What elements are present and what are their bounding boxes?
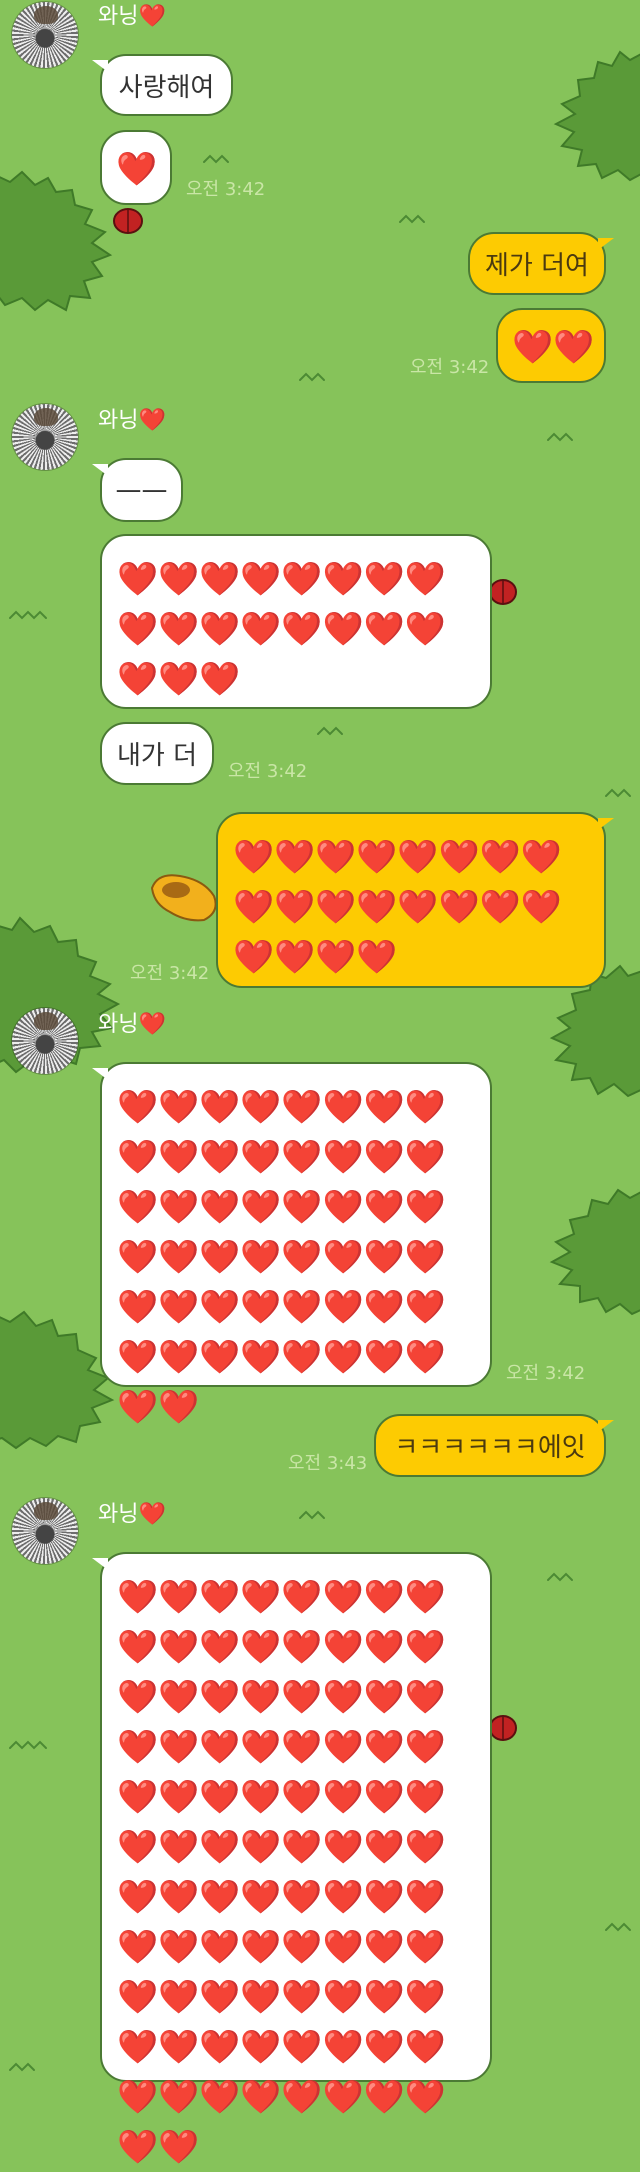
avatar[interactable] — [12, 1008, 78, 1074]
chat-view[interactable]: 와닝❤️ 사랑해여 ❤️ 오전 3:42 제가 더여 ❤️❤️ 오전 3:42 … — [0, 0, 640, 2166]
message-bubble[interactable]: ❤️❤️❤️❤️❤️❤️❤️❤️❤️❤️❤️❤️❤️❤️❤️❤️❤️❤️❤️❤️ — [216, 812, 614, 988]
message-timestamp: 오전 3:42 — [410, 357, 490, 378]
sender-name: 와닝❤️ — [98, 1502, 166, 1527]
message-timestamp: 오전 3:43 — [288, 1453, 368, 1474]
message-bubble[interactable]: ❤️❤️ — [496, 308, 606, 383]
message-bubble[interactable]: 제가 더여 — [468, 232, 614, 295]
avatar[interactable] — [12, 1498, 78, 1564]
message-bubble[interactable]: ㅋㅋㅋㅋㅋㅋ에잇 — [374, 1414, 614, 1477]
sender-name: 와닝❤️ — [98, 4, 166, 29]
avatar[interactable] — [12, 404, 78, 470]
sender-name: 와닝❤️ — [98, 408, 166, 433]
message-timestamp: 오전 3:42 — [228, 761, 308, 782]
message-bubble[interactable]: ❤️❤️❤️❤️❤️❤️❤️❤️❤️❤️❤️❤️❤️❤️❤️❤️❤️❤️❤️❤️… — [92, 1062, 492, 1426]
sender-name: 와닝❤️ — [98, 1012, 166, 1037]
message-timestamp: 오전 3:42 — [130, 963, 210, 984]
message-bubble[interactable]: —— — [92, 458, 183, 522]
message-bubble[interactable]: 내가 더 — [100, 722, 214, 785]
message-bubble[interactable]: ❤️❤️❤️❤️❤️❤️❤️❤️❤️❤️❤️❤️❤️❤️❤️❤️❤️❤️❤️ — [100, 534, 492, 709]
message-bubble[interactable]: ❤️ — [100, 130, 172, 205]
message-timestamp: 오전 3:42 — [506, 1363, 586, 1384]
message-bubble[interactable]: 사랑해여 — [92, 54, 233, 116]
message-timestamp: 오전 3:42 — [186, 179, 266, 200]
message-bubble[interactable]: ❤️❤️❤️❤️❤️❤️❤️❤️❤️❤️❤️❤️❤️❤️❤️❤️❤️❤️❤️❤️… — [92, 1552, 492, 2166]
avatar[interactable] — [12, 2, 78, 68]
